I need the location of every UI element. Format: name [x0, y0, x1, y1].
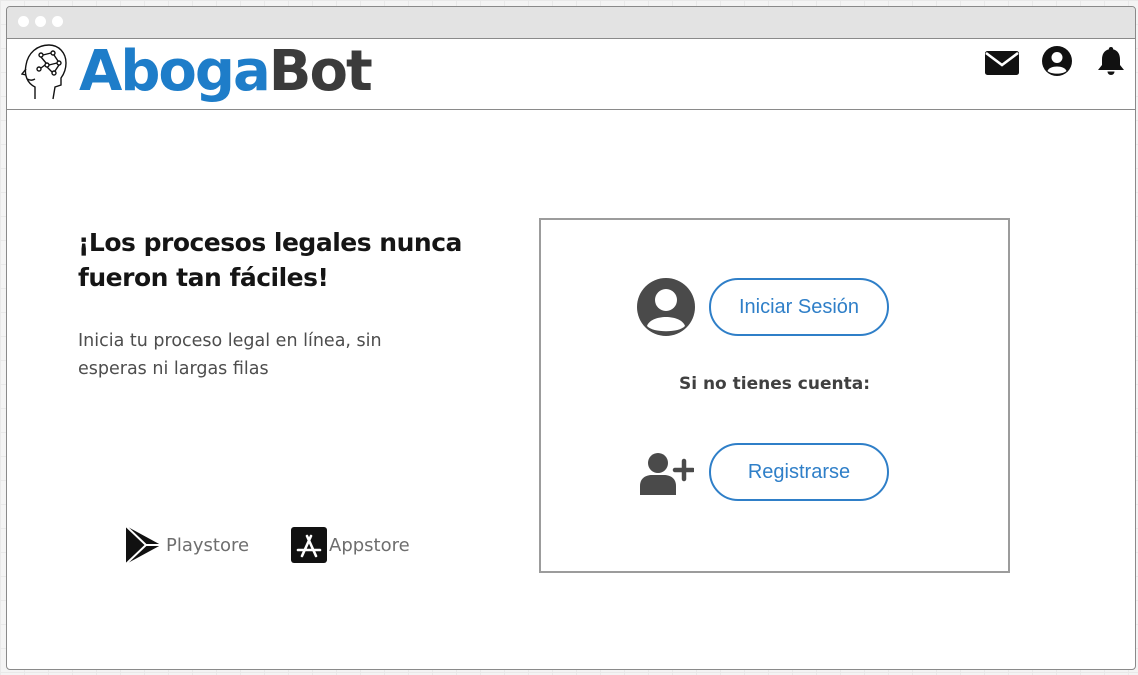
- user-avatar-icon: [637, 278, 695, 336]
- playstore-link[interactable]: Playstore: [124, 525, 249, 565]
- app-logo[interactable]: AbogaBot: [79, 37, 373, 107]
- logo-text-secondary: Bot: [268, 39, 373, 104]
- appstore-link[interactable]: Appstore: [291, 525, 410, 565]
- hero-subtitle: Inicia tu proceso legal en línea, sin es…: [78, 331, 382, 379]
- no-account-text: Si no tienes cuenta:: [678, 374, 871, 394]
- logo-text-primary: Aboga: [79, 39, 271, 104]
- play-store-icon: [125, 525, 161, 565]
- add-user-icon: [640, 453, 694, 495]
- appstore-label: Appstore: [329, 534, 410, 556]
- hero-title: ¡Los procesos legales nunca fueron tan f…: [78, 228, 462, 292]
- window-titlebar: [7, 7, 1135, 39]
- login-panel: Iniciar Sesión Si no tienes cuenta: Regi…: [539, 218, 1010, 573]
- app-store-icon: [291, 527, 327, 563]
- brain-circuit-icon: [21, 44, 67, 100]
- playstore-label: Playstore: [166, 534, 250, 556]
- app-header: AbogaBot: [7, 39, 1135, 110]
- mail-icon[interactable]: [984, 45, 1020, 77]
- window-dot[interactable]: [52, 16, 63, 27]
- login-button[interactable]: Iniciar Sesión: [709, 278, 889, 336]
- bell-icon[interactable]: [1093, 45, 1129, 77]
- window-dot[interactable]: [35, 16, 46, 27]
- window-dot[interactable]: [18, 16, 29, 27]
- user-circle-icon[interactable]: [1039, 45, 1075, 77]
- register-button[interactable]: Registrarse: [709, 443, 889, 501]
- browser-window: AbogaBot ¡Los procesos legales nunca fue…: [6, 6, 1136, 670]
